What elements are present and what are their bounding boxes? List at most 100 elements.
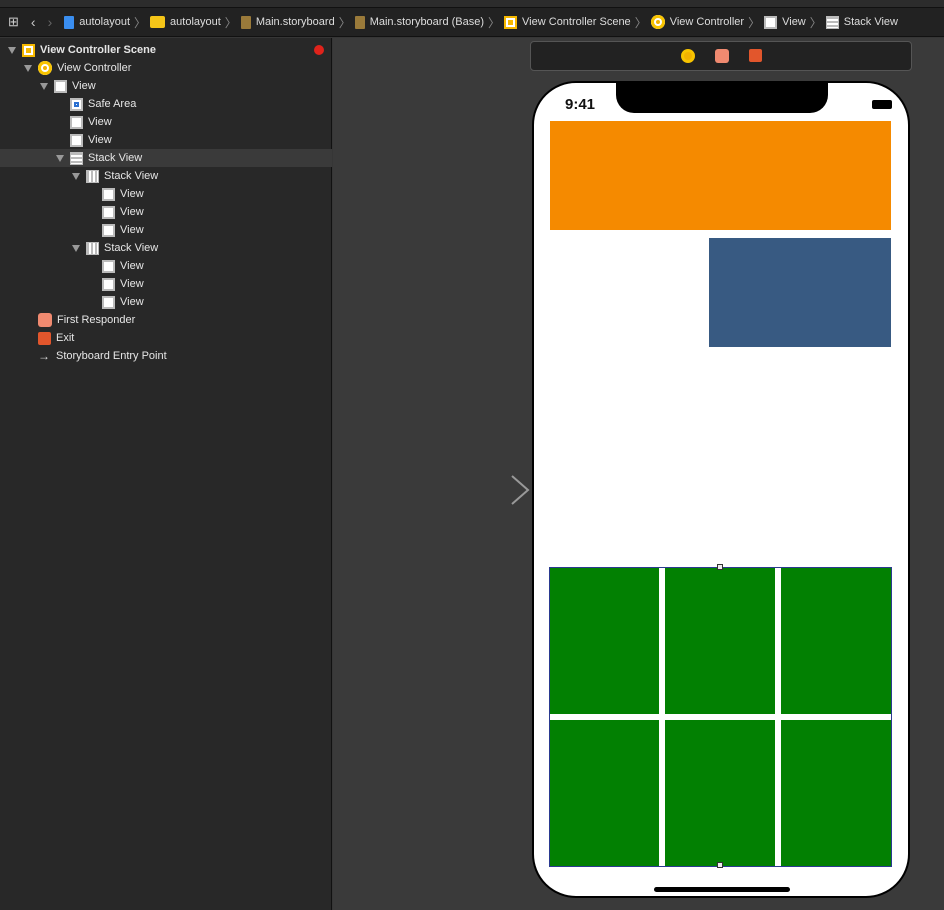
jump-bar: ⊞ ‹ › autolayout 〉 autolayout 〉 Main.storybo… (0, 8, 944, 37)
outline-item-label: View Controller (57, 62, 132, 74)
outline-item-label: View (88, 134, 112, 146)
outline-item[interactable]: View (0, 113, 332, 131)
view-icon (102, 187, 115, 201)
outline-item[interactable]: Exit (0, 329, 332, 347)
green-view[interactable] (665, 568, 775, 714)
arrow-right-icon: → (38, 349, 50, 363)
view-icon (102, 205, 115, 219)
orange-view[interactable] (550, 121, 891, 230)
related-items-icon[interactable]: ⊞ (8, 14, 19, 30)
outline-item-label: View (72, 80, 96, 92)
scene-icon (504, 15, 518, 29)
scene-icon (22, 43, 35, 57)
breadcrumb-item[interactable]: Main.storyboard (240, 15, 335, 29)
resize-handle-bottom[interactable] (717, 862, 723, 868)
scene-dock (530, 41, 912, 71)
first-responder-icon (38, 313, 52, 327)
entry-point-arrow[interactable] (440, 474, 532, 506)
disclosure-triangle-icon[interactable] (72, 172, 80, 180)
breadcrumb-label: Main.storyboard (Base) (369, 16, 485, 28)
disclosure-triangle-icon[interactable] (56, 154, 64, 162)
forward-button[interactable]: › (48, 14, 53, 30)
resize-handle-top[interactable] (717, 564, 723, 570)
project-file-icon (64, 15, 75, 29)
stack-view-icon (825, 15, 839, 29)
breadcrumb-item[interactable]: Stack View (825, 15, 898, 29)
stack-view[interactable] (549, 564, 892, 868)
outline-item[interactable]: View (0, 203, 332, 221)
outline-item[interactable]: View (0, 275, 332, 293)
outline-item[interactable]: View (0, 77, 332, 95)
exit-icon[interactable] (749, 49, 762, 62)
view-icon (70, 115, 83, 129)
view-icon (102, 259, 115, 273)
back-button[interactable]: ‹ (31, 14, 36, 30)
view-icon (764, 15, 778, 29)
view-icon (102, 295, 115, 309)
disclosure-triangle-icon[interactable] (40, 82, 48, 90)
outline-item[interactable]: Stack View (0, 167, 332, 185)
outline-item[interactable]: Safe Area (0, 95, 332, 113)
breadcrumb-item[interactable]: autolayout (150, 16, 221, 28)
view-icon (54, 79, 67, 93)
green-view[interactable] (781, 720, 891, 866)
outline-item[interactable]: View Controller (0, 59, 332, 77)
outline-item[interactable]: Stack View (0, 149, 332, 167)
device-frame: 9:41 (532, 81, 910, 898)
outline-item[interactable]: Stack View (0, 239, 332, 257)
outline-item-label: Storyboard Entry Point (56, 350, 167, 362)
battery-icon (872, 100, 892, 109)
outline-item[interactable]: View (0, 293, 332, 311)
breadcrumb-item[interactable]: View Controller Scene (504, 15, 631, 29)
green-view[interactable] (781, 568, 891, 714)
exit-icon (38, 331, 51, 345)
outline-item-label: View (120, 224, 144, 236)
outline-item-label: First Responder (57, 314, 136, 326)
outline-item-label: View (120, 188, 144, 200)
storyboard-icon (354, 15, 365, 29)
outline-item-label: View (88, 116, 112, 128)
outline-item[interactable]: View (0, 257, 332, 275)
breadcrumb-separator-icon: 〉 (134, 15, 147, 30)
breadcrumb-item[interactable]: View (764, 15, 806, 29)
green-view[interactable] (550, 568, 659, 714)
disclosure-triangle-icon[interactable] (24, 64, 32, 72)
breadcrumb-separator-icon: 〉 (809, 15, 822, 30)
outline-item[interactable]: View (0, 185, 332, 203)
disclosure-triangle-icon[interactable] (72, 244, 80, 252)
error-indicator-icon[interactable] (314, 45, 324, 55)
safe-area-icon (70, 97, 83, 111)
breadcrumb-item[interactable]: autolayout (64, 15, 130, 29)
notch (616, 83, 828, 113)
blue-view[interactable] (709, 238, 891, 347)
outline-item-label: Exit (56, 332, 75, 344)
breadcrumb-label: Stack View (843, 16, 898, 28)
outline-item[interactable]: View (0, 221, 332, 239)
breadcrumb-item[interactable]: Main.storyboard (Base) (354, 15, 485, 29)
outline-item[interactable]: View (0, 131, 332, 149)
first-responder-icon[interactable] (715, 49, 729, 63)
hstack-view-icon (86, 241, 99, 255)
green-view[interactable] (550, 720, 659, 866)
breadcrumb-label: View (782, 16, 806, 28)
outline-item-label: Safe Area (88, 98, 137, 110)
outline-item-label: View (120, 296, 144, 308)
window-top-strip (0, 0, 944, 8)
outline-item[interactable]: → Storyboard Entry Point (0, 347, 332, 365)
storyboard-icon (240, 15, 251, 29)
disclosure-triangle-icon[interactable] (8, 46, 16, 54)
outline-item[interactable]: First Responder (0, 311, 332, 329)
view-controller-icon (38, 61, 52, 75)
view-icon (102, 223, 115, 237)
view-icon (102, 277, 115, 291)
breadcrumb-item[interactable]: View Controller (650, 15, 744, 29)
breadcrumb-separator-icon: 〉 (338, 15, 351, 30)
outline-item-label: View (120, 278, 144, 290)
breadcrumb-separator-icon: 〉 (224, 15, 237, 30)
green-view[interactable] (665, 720, 775, 866)
view-controller-icon[interactable] (681, 49, 695, 63)
breadcrumb-separator-icon: 〉 (488, 15, 501, 30)
breadcrumb-label: Main.storyboard (255, 16, 335, 28)
outline-item[interactable]: View Controller Scene (0, 41, 332, 59)
outline-item-label: View (120, 206, 144, 218)
